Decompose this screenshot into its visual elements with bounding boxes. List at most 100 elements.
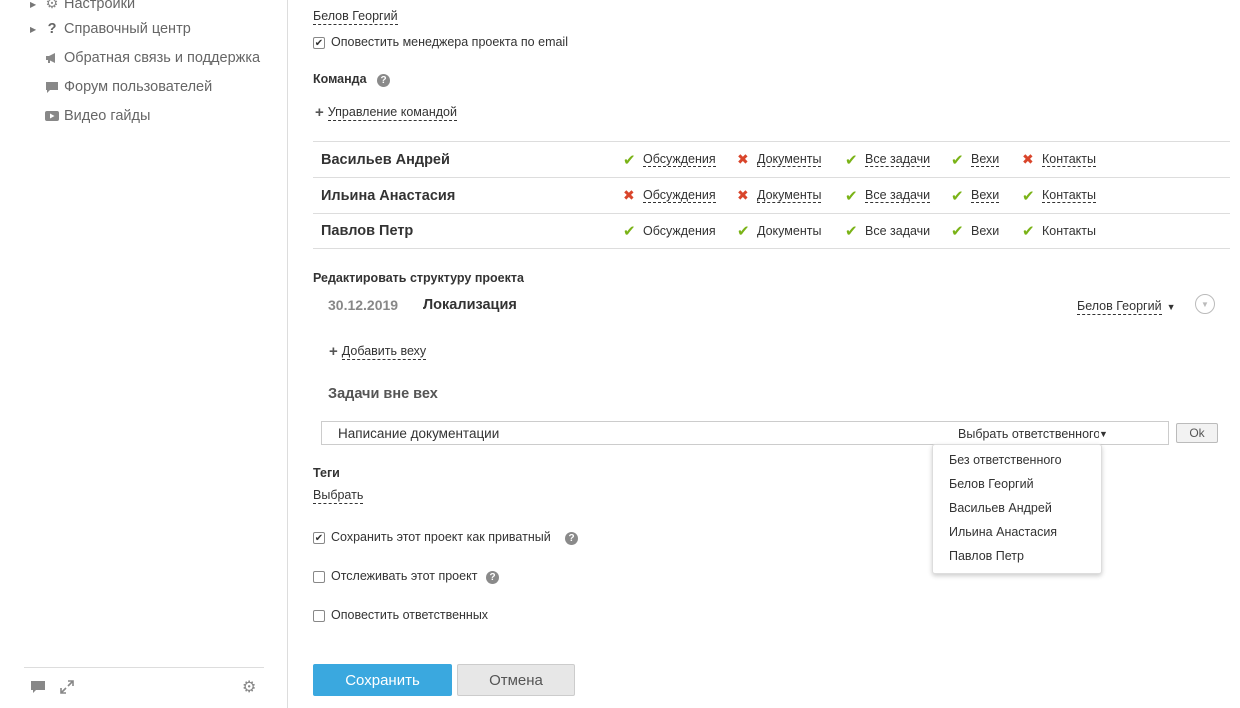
check-icon: ✔ — [623, 223, 636, 240]
manage-team-label: Управление командой — [327, 105, 457, 121]
permission-documents[interactable]: ✖ Документы — [737, 187, 822, 204]
dropdown-option[interactable]: Белов Георгий — [949, 477, 1034, 491]
expand-arrow-icon[interactable]: ▶ — [30, 25, 42, 34]
permission-all-tasks[interactable]: ✔ Все задачи — [845, 151, 931, 169]
sidebar: ▶ ⚙ Настройки ▶ ? Справочный центр Обрат… — [0, 0, 288, 708]
question-icon: ? — [47, 21, 57, 37]
responsible-select[interactable]: Выбрать ответственного ▼ — [958, 427, 1108, 441]
check-icon: ✔ — [845, 151, 858, 169]
permission-milestones[interactable]: ✔ Вехи — [951, 151, 1000, 169]
sidebar-item-label: Видео гайды — [64, 108, 151, 124]
team-member-name: Павлов Петр — [321, 223, 414, 239]
permission-milestones[interactable]: ✔ Вехи — [951, 187, 1000, 205]
team-row: Ильина Анастасия ✖ Обсуждения ✖ Документы … — [313, 177, 1230, 213]
select-tags-link[interactable]: Выбрать — [313, 487, 364, 504]
sidebar-item-help-center[interactable]: ▶ ? Справочный центр — [30, 17, 191, 41]
notify-responsible-checkbox[interactable] — [313, 610, 325, 622]
milestone-date: 30.12.2019 — [328, 297, 399, 313]
ok-button[interactable]: Ok — [1176, 423, 1218, 443]
sidebar-item-feedback[interactable]: Обратная связь и поддержка — [30, 46, 260, 70]
permission-label: Все задачи — [865, 188, 931, 203]
task-input[interactable]: Написание документации Выбрать ответстве… — [321, 421, 1169, 445]
permission-milestones[interactable]: ✔ Вехи — [951, 222, 999, 240]
permission-label: Документы — [757, 224, 822, 238]
permission-label: Вехи — [971, 224, 1000, 238]
notify-manager-checkbox[interactable]: ✔ — [313, 37, 325, 49]
cross-icon: ✖ — [737, 151, 749, 167]
check-icon: ✔ — [1022, 223, 1035, 240]
permission-label: Обсуждения — [643, 152, 716, 167]
expand-icon[interactable] — [60, 680, 74, 697]
permission-label: Все задачи — [865, 152, 931, 167]
chat-icon[interactable] — [30, 680, 46, 697]
permission-all-tasks[interactable]: ✔ Все задачи — [845, 222, 930, 240]
permission-contacts[interactable]: ✔ Контакты — [1022, 222, 1096, 240]
add-milestone-button[interactable]: + Добавить веху — [329, 343, 427, 360]
expand-arrow-icon[interactable]: ▶ — [30, 0, 42, 9]
milestone-responsible-label: Белов Георгий — [1077, 299, 1162, 315]
check-icon: ✔ — [951, 223, 964, 240]
caret-down-icon: ▼ — [1166, 301, 1176, 312]
team-member-name: Ильина Анастасия — [321, 187, 456, 204]
team-title: Команда — [313, 72, 367, 86]
permission-discussions[interactable]: ✖ Обсуждения — [623, 187, 716, 204]
check-icon: ✔ — [737, 223, 750, 240]
notify-responsible-label: Оповестить ответственных — [331, 608, 489, 622]
cross-icon: ✖ — [1022, 151, 1034, 167]
caret-down-icon: ▼ — [1099, 429, 1108, 439]
dropdown-option[interactable]: Павлов Петр — [949, 549, 1024, 563]
sidebar-footer: ⚙ — [24, 667, 264, 707]
permission-label: Вехи — [971, 152, 1000, 167]
help-icon[interactable]: ? — [377, 74, 390, 87]
help-icon[interactable]: ? — [486, 571, 499, 584]
responsible-dropdown: Без ответственного Белов Георгий Василье… — [932, 444, 1102, 574]
check-icon: ✔ — [845, 187, 858, 205]
cross-icon: ✖ — [737, 187, 749, 203]
permission-label: Документы — [757, 188, 822, 203]
sidebar-item-label: Обратная связь и поддержка — [64, 50, 261, 66]
check-icon: ✔ — [623, 151, 636, 169]
cancel-button[interactable]: Отмена — [457, 664, 575, 696]
sidebar-item-label: Справочный центр — [64, 21, 191, 37]
team-member-name: Васильев Андрей — [321, 151, 450, 168]
permission-label: Все задачи — [865, 224, 931, 238]
permission-contacts[interactable]: ✖ Контакты — [1022, 151, 1096, 168]
save-button[interactable]: Сохранить — [313, 664, 452, 696]
permission-documents[interactable]: ✔ Документы — [737, 222, 821, 240]
dropdown-option[interactable]: Без ответственного — [949, 453, 1062, 467]
milestone-name[interactable]: Локализация — [423, 297, 517, 313]
dropdown-option[interactable]: Ильина Анастасия — [949, 525, 1057, 539]
plus-icon: + — [315, 104, 324, 121]
milestone-menu-icon[interactable]: ▼ — [1195, 294, 1215, 314]
permission-all-tasks[interactable]: ✔ Все задачи — [845, 187, 931, 205]
cross-icon: ✖ — [623, 187, 635, 203]
permission-documents[interactable]: ✖ Документы — [737, 151, 822, 168]
permission-discussions[interactable]: ✔ Обсуждения — [623, 222, 716, 240]
structure-title: Редактировать структуру проекта — [313, 271, 524, 285]
permission-label: Обсуждения — [643, 188, 716, 203]
permission-label: Вехи — [971, 188, 1000, 203]
permission-label: Обсуждения — [643, 224, 716, 238]
plus-icon: + — [329, 343, 338, 360]
sidebar-item-video-guides[interactable]: Видео гайды — [30, 104, 150, 128]
check-icon: ✔ — [1022, 187, 1035, 205]
help-icon[interactable]: ? — [565, 532, 578, 545]
follow-project-label: Отслеживать этот проект — [331, 569, 478, 583]
permission-discussions[interactable]: ✔ Обсуждения — [623, 151, 716, 169]
main-content: Белов Георгий ✔ Оповестить менеджера про… — [289, 0, 1240, 708]
megaphone-icon — [42, 50, 62, 66]
video-icon — [42, 108, 62, 124]
project-manager-link[interactable]: Белов Георгий — [313, 8, 398, 25]
dropdown-option[interactable]: Васильев Андрей — [949, 501, 1052, 515]
sidebar-item-label: Форум пользователей — [64, 79, 213, 95]
follow-project-checkbox[interactable] — [313, 571, 325, 583]
permission-contacts[interactable]: ✔ Контакты — [1022, 187, 1096, 205]
sidebar-item-settings[interactable]: ▶ ⚙ Настройки — [30, 0, 135, 16]
team-row: Павлов Петр ✔ Обсуждения ✔ Документы ✔ Все … — [313, 213, 1230, 249]
gear-icon[interactable]: ⚙ — [242, 677, 256, 697]
private-project-checkbox[interactable]: ✔ — [313, 532, 325, 544]
manage-team-button[interactable]: + Управление командой — [315, 104, 457, 121]
check-icon: ✔ — [951, 151, 964, 169]
milestone-responsible-select[interactable]: Белов Георгий ▼ — [1077, 298, 1175, 315]
sidebar-item-forum[interactable]: Форум пользователей — [30, 75, 212, 99]
